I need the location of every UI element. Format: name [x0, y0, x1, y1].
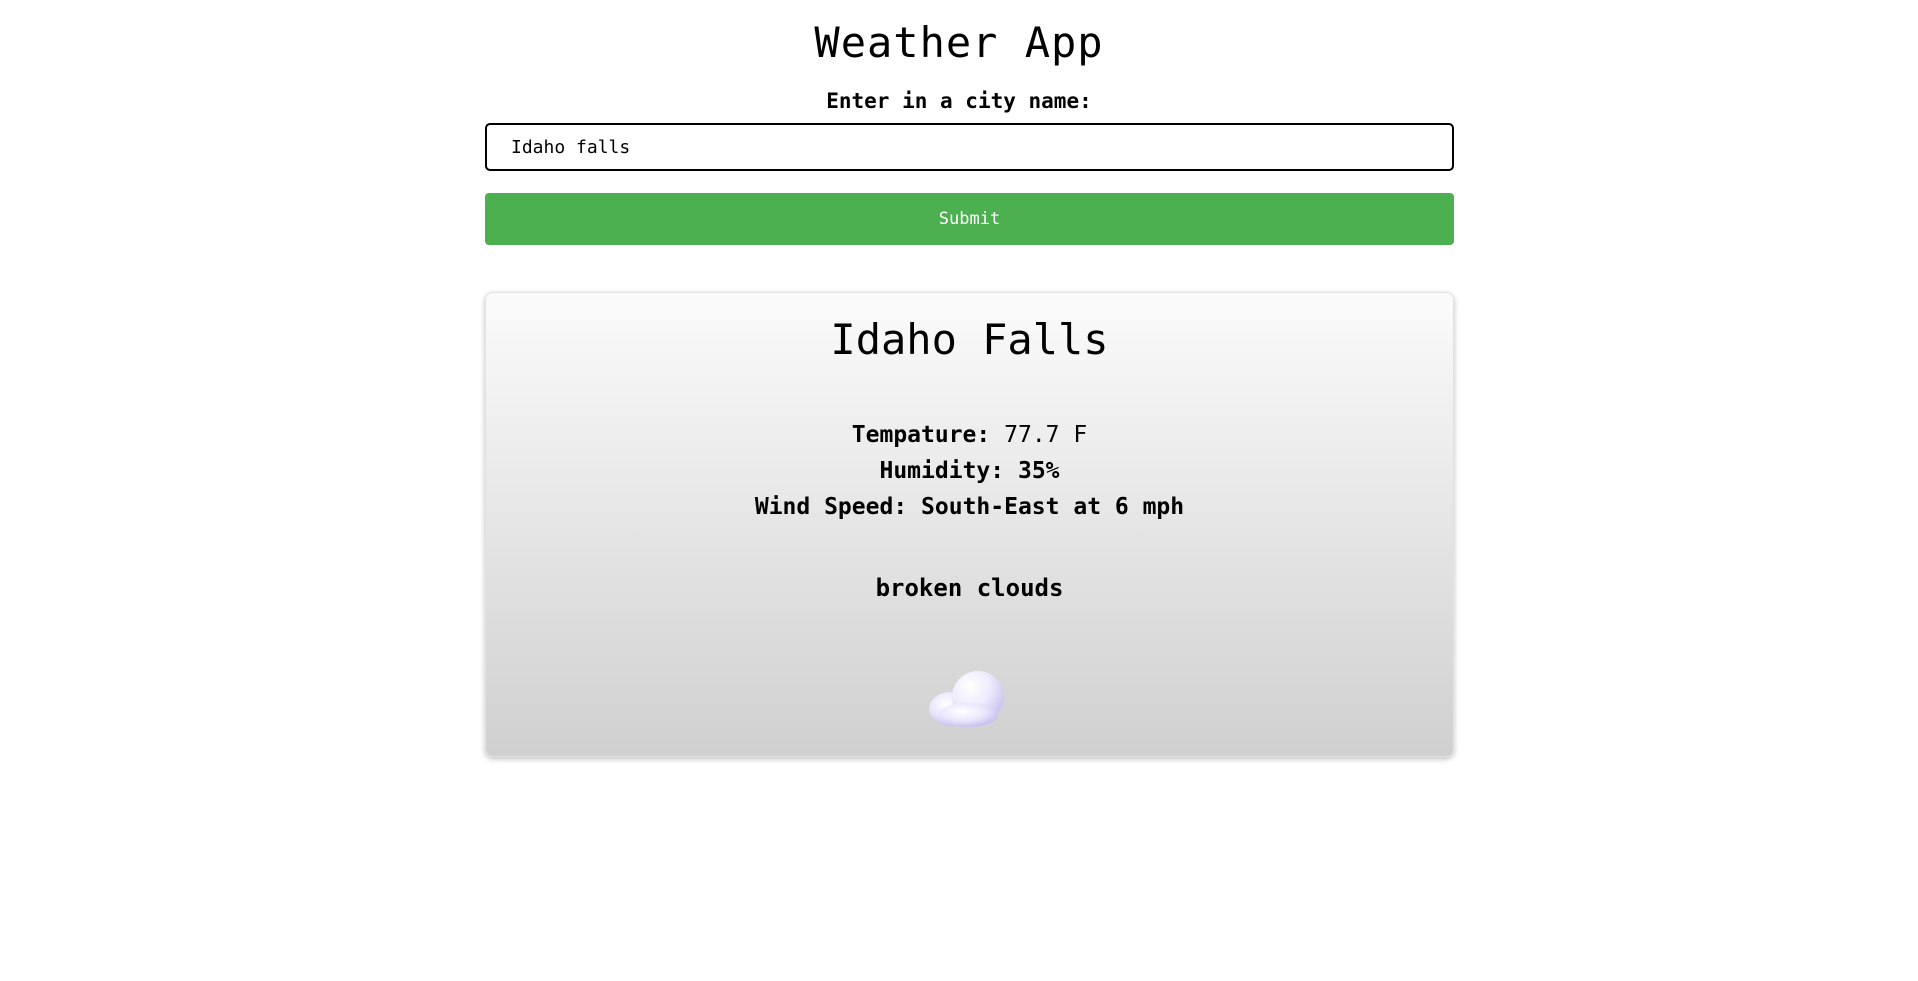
temperature-value: 77.7 F [1004, 422, 1088, 448]
app-title: Weather App [814, 18, 1104, 67]
broken-clouds-icon [929, 671, 1004, 727]
city-input-label: Enter in a city name: [826, 89, 1092, 113]
temperature-line: Tempature: 77.7 F [486, 417, 1453, 453]
city-search-input[interactable] [485, 123, 1454, 171]
wind-label: Wind Speed: [754, 494, 908, 520]
wind-line: Wind Speed: South-East at 6 mph [486, 489, 1453, 525]
weather-description: broken clouds [875, 574, 1064, 602]
submit-button[interactable]: Submit [485, 193, 1454, 245]
weather-result-card: Idaho Falls Tempature: 77.7 F Humidity: … [485, 292, 1454, 757]
humidity-value: 35% [1017, 458, 1060, 484]
wind-value: South-East at 6 mph [921, 494, 1185, 520]
weather-stats: Tempature: 77.7 F Humidity: 35% Wind Spe… [486, 417, 1453, 525]
result-city-name: Idaho Falls [830, 315, 1109, 364]
humidity-line: Humidity: 35% [486, 453, 1453, 489]
temperature-label: Tempature: [851, 422, 991, 448]
humidity-label: Humidity: [879, 458, 1005, 484]
weather-app-page: Weather App Enter in a city name: Submit… [0, 0, 1918, 981]
